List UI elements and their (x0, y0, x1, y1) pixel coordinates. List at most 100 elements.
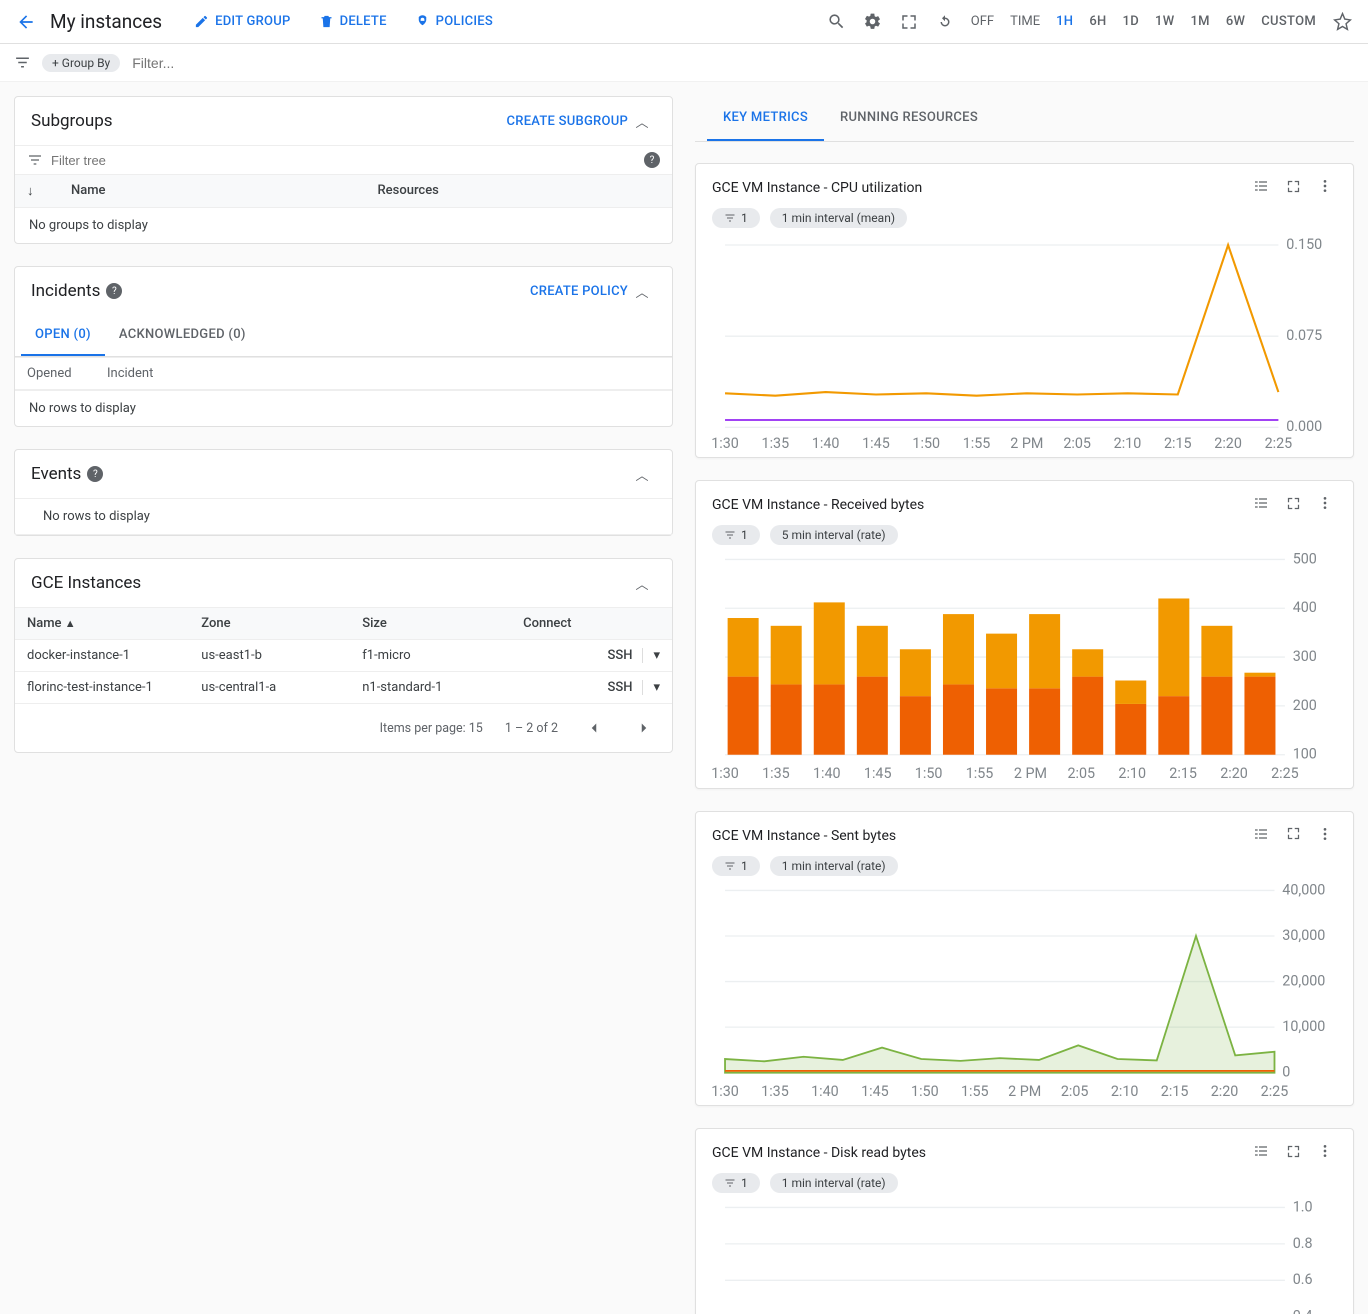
ssh-dropdown-icon[interactable]: ▾ (642, 648, 660, 663)
legend-toggle-icon[interactable] (1249, 1143, 1273, 1163)
ssh-button[interactable]: SSH (608, 680, 633, 695)
svg-text:2:25: 2:25 (1261, 1084, 1289, 1100)
table-row: florinc-test-instance-1us-central1-an1-s… (15, 672, 672, 704)
ssh-dropdown-icon[interactable]: ▾ (642, 680, 660, 695)
collapse-icon[interactable]: ︿ (628, 574, 656, 593)
tab-open[interactable]: OPEN (0) (21, 315, 105, 356)
cell-name[interactable]: docker-instance-1 (15, 640, 189, 671)
chart-cpu: GCE VM Instance - CPU utilization 1 1 mi… (695, 163, 1354, 458)
chart-disk: GCE VM Instance - Disk read bytes 1 1 mi… (695, 1128, 1354, 1314)
col-name[interactable]: Name ▲ (15, 608, 189, 639)
interval-pill[interactable]: 1 min interval (rate) (770, 856, 898, 876)
search-icon[interactable] (819, 4, 855, 40)
sort-icon[interactable]: ↓ (15, 175, 59, 207)
range-1w[interactable]: 1W (1147, 4, 1182, 40)
svg-text:0.6: 0.6 (1293, 1272, 1313, 1288)
svg-text:2:10: 2:10 (1118, 767, 1146, 783)
svg-text:200: 200 (1293, 698, 1317, 714)
col-name[interactable]: Name (59, 175, 366, 207)
legend-toggle-icon[interactable] (1249, 826, 1273, 846)
cell-size: f1-micro (350, 640, 511, 671)
svg-text:2:20: 2:20 (1211, 1084, 1239, 1100)
collapse-icon[interactable]: ︿ (628, 282, 656, 301)
help-icon[interactable]: ? (106, 283, 122, 299)
refresh-off-label[interactable]: OFF (963, 14, 1002, 29)
more-vert-icon[interactable] (1313, 826, 1337, 846)
svg-text:1:35: 1:35 (762, 767, 790, 783)
chart-title: GCE VM Instance - CPU utilization (712, 180, 922, 196)
filter-list-icon (27, 152, 43, 168)
refresh-icon[interactable] (927, 4, 963, 40)
page-prev-icon[interactable] (580, 714, 608, 742)
svg-text:400: 400 (1293, 600, 1317, 616)
filter-pill[interactable]: 1 (712, 208, 760, 228)
filter-pill[interactable]: 1 (712, 1173, 760, 1193)
svg-text:0: 0 (1282, 1064, 1290, 1080)
create-policy-button[interactable]: CREATE POLICY (530, 284, 628, 299)
cell-zone: us-east1-b (189, 640, 350, 671)
range-1h[interactable]: 1H (1048, 4, 1081, 40)
incidents-empty: No rows to display (15, 390, 672, 426)
back-arrow-icon[interactable] (8, 4, 44, 40)
svg-text:2:10: 2:10 (1114, 436, 1142, 452)
fullscreen-icon[interactable] (1281, 496, 1305, 515)
filter-input[interactable] (126, 51, 1360, 75)
col-size[interactable]: Size (350, 608, 511, 639)
create-subgroup-button[interactable]: CREATE SUBGROUP (507, 114, 628, 129)
events-card: Events ? ︿ No rows to display (14, 449, 673, 536)
interval-pill[interactable]: 1 min interval (rate) (770, 1173, 898, 1193)
svg-text:0.8: 0.8 (1293, 1236, 1313, 1252)
filter-pill[interactable]: 1 (712, 856, 760, 876)
range-1m[interactable]: 1M (1182, 4, 1217, 40)
more-vert-icon[interactable] (1313, 178, 1337, 198)
page-next-icon[interactable] (630, 714, 658, 742)
collapse-icon[interactable]: ︿ (628, 112, 656, 131)
chart-received: GCE VM Instance - Received bytes 1 5 min… (695, 480, 1354, 788)
fullscreen-icon[interactable] (1281, 1144, 1305, 1163)
cell-name[interactable]: florinc-test-instance-1 (15, 672, 189, 703)
range-1d[interactable]: 1D (1115, 4, 1147, 40)
help-icon[interactable]: ? (87, 466, 103, 482)
chart-sent: GCE VM Instance - Sent bytes 1 1 min int… (695, 811, 1354, 1106)
col-opened[interactable]: Opened (15, 358, 95, 389)
col-zone[interactable]: Zone (189, 608, 350, 639)
edit-group-button[interactable]: EDIT GROUP (180, 4, 304, 40)
settings-gear-icon[interactable] (855, 4, 891, 40)
fullscreen-icon[interactable] (1281, 826, 1305, 845)
star-icon[interactable] (1324, 4, 1360, 40)
more-vert-icon[interactable] (1313, 495, 1337, 515)
range-6h[interactable]: 6H (1081, 4, 1114, 40)
filter-tree-input[interactable] (51, 153, 630, 168)
ssh-button[interactable]: SSH (608, 648, 633, 663)
legend-toggle-icon[interactable] (1249, 495, 1273, 515)
col-resources[interactable]: Resources (366, 175, 673, 207)
filter-pill[interactable]: 1 (712, 525, 760, 545)
policies-button[interactable]: POLICIES (401, 4, 507, 40)
svg-text:2 PM: 2 PM (1008, 1084, 1041, 1100)
filter-list-icon[interactable] (8, 49, 36, 77)
collapse-icon[interactable]: ︿ (628, 465, 656, 484)
col-incident[interactable]: Incident (95, 358, 672, 389)
svg-text:1:55: 1:55 (961, 1084, 989, 1100)
time-label: TIME (1002, 14, 1048, 29)
interval-pill[interactable]: 5 min interval (rate) (770, 525, 898, 545)
delete-button[interactable]: DELETE (305, 4, 401, 40)
svg-text:0.4: 0.4 (1293, 1309, 1313, 1314)
range-custom[interactable]: CUSTOM (1253, 4, 1324, 40)
svg-text:1:35: 1:35 (761, 1084, 789, 1100)
range-6w[interactable]: 6W (1218, 4, 1253, 40)
svg-text:2:15: 2:15 (1169, 767, 1197, 783)
group-by-chip[interactable]: + Group By (42, 54, 120, 72)
more-vert-icon[interactable] (1313, 1143, 1337, 1163)
legend-toggle-icon[interactable] (1249, 178, 1273, 198)
tab-key-metrics[interactable]: KEY METRICS (707, 96, 824, 141)
help-icon[interactable]: ? (644, 152, 660, 168)
col-connect[interactable]: Connect (511, 608, 672, 639)
gce-instances-title: GCE Instances (31, 573, 141, 593)
tab-running-resources[interactable]: RUNNING RESOURCES (824, 96, 994, 141)
subgroups-card: Subgroups CREATE SUBGROUP ︿ ? ↓ Name Res… (14, 96, 673, 244)
fullscreen-icon[interactable] (1281, 179, 1305, 198)
interval-pill[interactable]: 1 min interval (mean) (770, 208, 907, 228)
fullscreen-icon[interactable] (891, 4, 927, 40)
tab-acknowledged[interactable]: ACKNOWLEDGED (0) (105, 315, 260, 356)
